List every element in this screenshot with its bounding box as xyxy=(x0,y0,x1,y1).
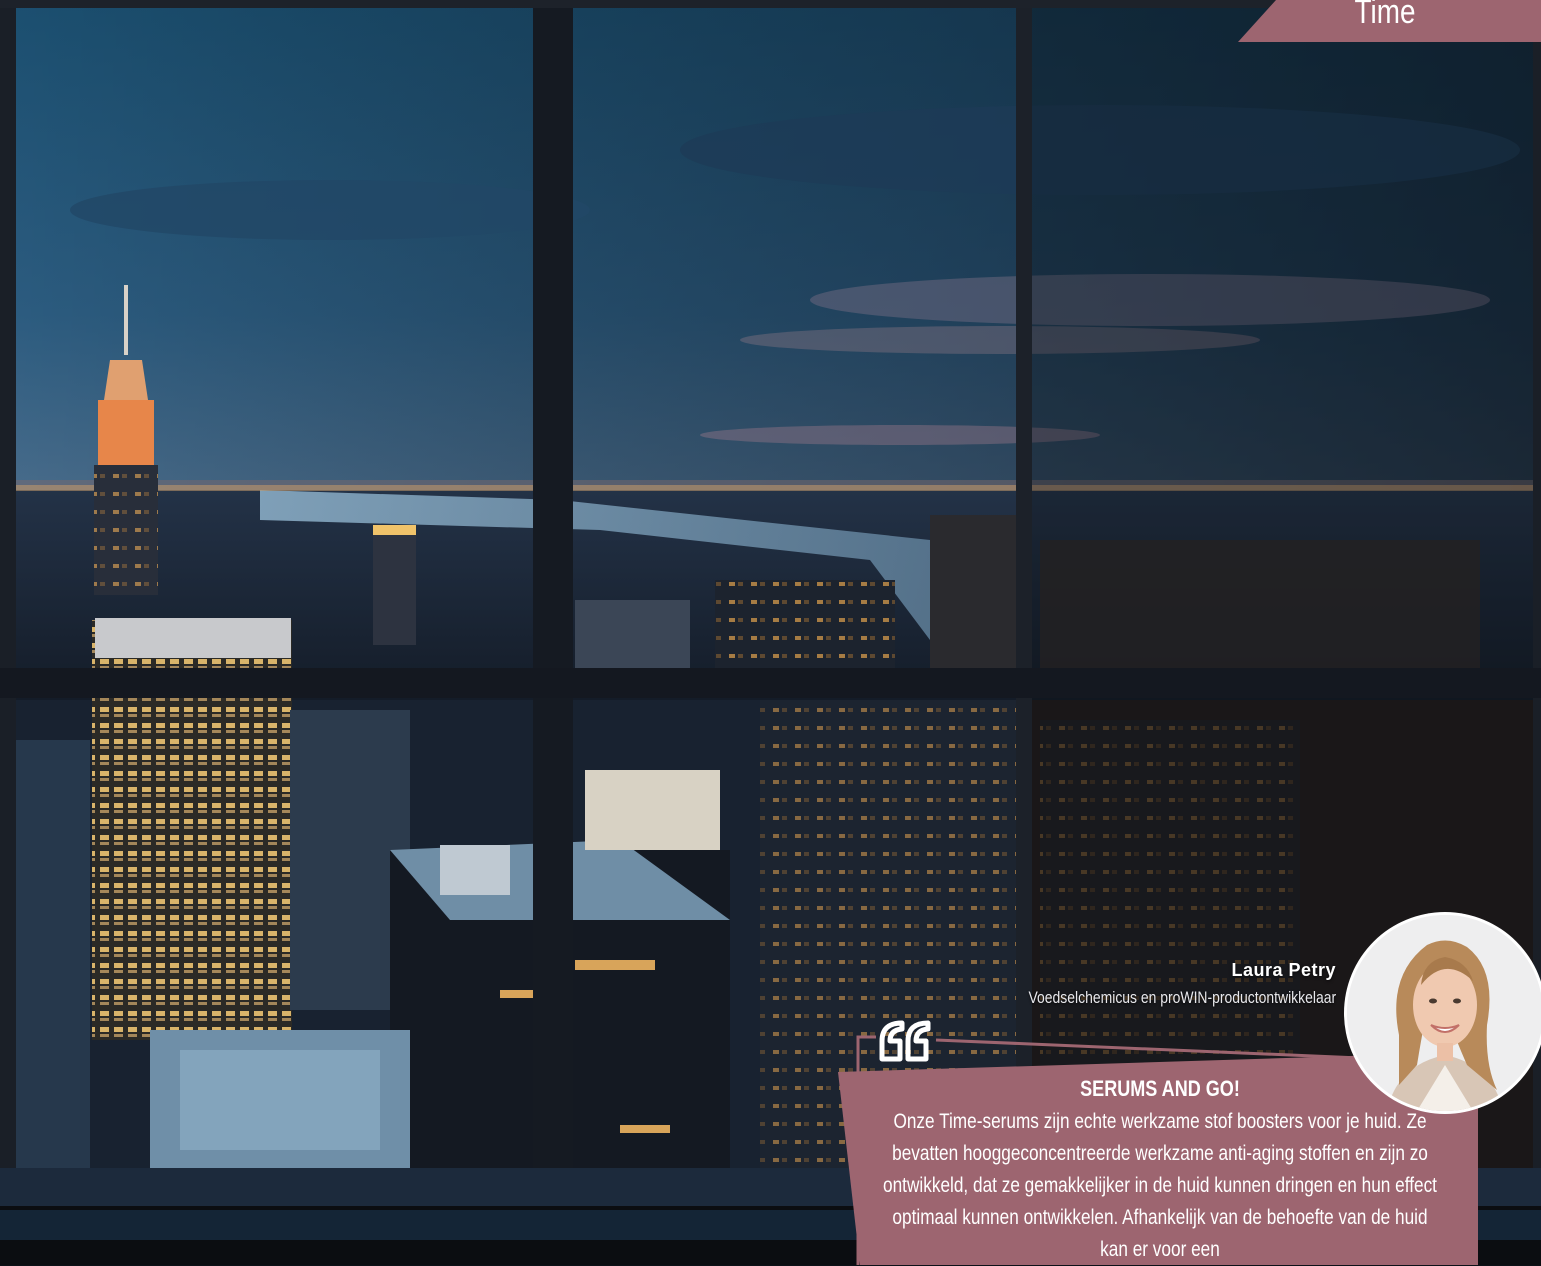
author-name: Laura Petry xyxy=(1231,960,1336,980)
author-portrait xyxy=(1347,915,1541,1111)
author-avatar xyxy=(1347,915,1541,1111)
author-role: Voedselchemicus en proWIN-productontwikk… xyxy=(1028,988,1336,1007)
quote-icon xyxy=(879,1020,931,1062)
section-tab-label: Time xyxy=(1354,0,1416,31)
quote-body: Onze Time-serums zijn echte werkzame sto… xyxy=(883,1110,1437,1261)
quote-content: SERUMS AND GO! Onze Time-serums zijn ech… xyxy=(880,1072,1440,1266)
quote-title: SERUMS AND GO! xyxy=(1080,1076,1240,1101)
